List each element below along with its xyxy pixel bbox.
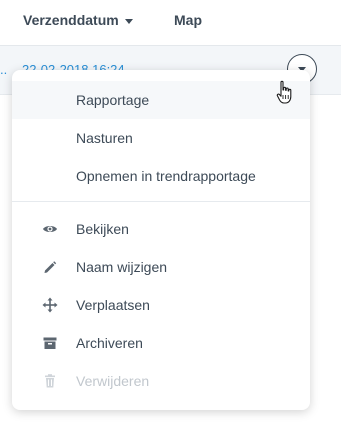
- move-icon: [42, 297, 58, 313]
- menu-item-verwijderen: Verwijderen: [12, 362, 310, 400]
- pencil-icon: [44, 261, 57, 273]
- table-header: Verzenddatum Map: [0, 0, 341, 46]
- menu-item-label: Naam wijzigen: [76, 259, 168, 275]
- map-column-header[interactable]: Map: [174, 12, 202, 28]
- menu-item-trendrapportage[interactable]: Opnemen in trendrapportage: [12, 157, 310, 195]
- row-ellipsis: ..: [0, 62, 8, 77]
- menu-item-rapportage[interactable]: Rapportage: [12, 81, 310, 119]
- menu-item-bekijken[interactable]: Bekijken: [12, 210, 310, 248]
- sort-column-header[interactable]: Verzenddatum: [23, 12, 133, 28]
- menu-divider: [12, 201, 310, 202]
- menu-item-nasturen[interactable]: Nasturen: [12, 119, 310, 157]
- menu-item-label: Archiveren: [76, 335, 143, 351]
- sort-column-label: Verzenddatum: [23, 12, 119, 28]
- actions-dropdown-menu: Rapportage Nasturen Opnemen in trendrapp…: [12, 70, 310, 410]
- hand-pointer-cursor-icon: [276, 80, 292, 104]
- menu-item-label: Nasturen: [76, 130, 133, 146]
- menu-item-label: Rapportage: [76, 92, 150, 108]
- menu-item-label: Opnemen in trendrapportage: [76, 168, 256, 184]
- archive-icon: [43, 337, 57, 349]
- menu-item-label: Verplaatsen: [76, 297, 150, 313]
- trash-icon: [45, 374, 55, 388]
- sort-caret-icon: [124, 18, 133, 24]
- menu-item-label: Bekijken: [76, 221, 129, 237]
- eye-icon: [43, 226, 57, 232]
- menu-item-verplaatsen[interactable]: Verplaatsen: [12, 286, 310, 324]
- menu-item-archiveren[interactable]: Archiveren: [12, 324, 310, 362]
- menu-item-label: Verwijderen: [76, 373, 150, 389]
- menu-item-naam-wijzigen[interactable]: Naam wijzigen: [12, 248, 310, 286]
